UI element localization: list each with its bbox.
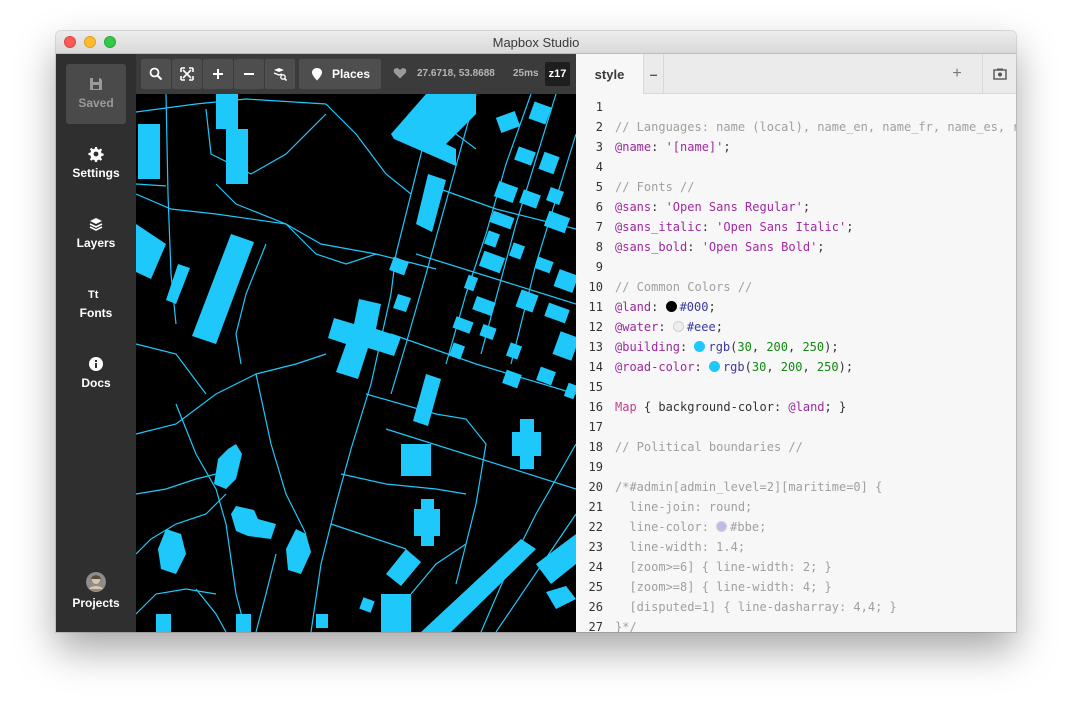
code-token: 'Open Sans Bold' (701, 240, 818, 254)
sidebar-item-label: Saved (78, 96, 114, 110)
code-token: 200 (780, 360, 803, 374)
code-token: '[name]' (665, 140, 724, 154)
add-tab-button[interactable]: + (942, 54, 972, 94)
building-footprints (136, 94, 576, 632)
layers-icon (88, 216, 104, 232)
code-token: @land (788, 400, 825, 414)
code-token: @sans_bold (615, 240, 688, 254)
zoom-level-badge: z17 (545, 62, 570, 86)
code-line: @sans_italic: 'Open Sans Italic'; (615, 220, 854, 234)
sidebar-item-label: Settings (72, 166, 120, 180)
title-bar: Mapbox Studio (56, 31, 1016, 54)
code-line: line-color: #bbe; (576, 497, 1016, 534)
search-icon (149, 67, 163, 81)
code-token: 250 (816, 360, 839, 374)
code-editor-panel: style – + 1 2 3 4 5 6 7 8 9 10 11 12 13 14 15 16 17 18 19 2… (576, 54, 1016, 632)
info-icon (88, 356, 104, 372)
code-line: @water: #eee; (615, 320, 723, 334)
editor-tab-bar: style – + (576, 54, 1016, 94)
heart-icon[interactable] (393, 66, 407, 80)
map-toolbar: Places 27.6718, 53.8688 25ms z17 (136, 54, 576, 94)
code-line: // Common Colors // (576, 257, 1016, 294)
code-token: @road-color (615, 360, 695, 374)
fonts-icon: Tt (88, 286, 104, 302)
code-line: [disputed=1] { line-dasharray: 4,4; } (576, 577, 1016, 614)
zoom-in-button[interactable] (203, 59, 233, 89)
code-line: @building: rgb(30, 200, 250); (615, 340, 839, 354)
map-pin-icon (311, 68, 322, 81)
code-line: @sans: 'Open Sans Regular'; (615, 200, 811, 214)
code-line: line-width: 1.4; (576, 517, 1016, 554)
minus-icon (244, 73, 254, 75)
inspect-icon (273, 68, 287, 81)
code-line: }*/ (576, 597, 1016, 632)
code-line: Map { background-color: @land; } (576, 377, 1016, 414)
code-line: @land: #000; (615, 300, 716, 314)
save-icon (88, 76, 104, 92)
plus-icon (213, 69, 223, 79)
sidebar-item-label: Fonts (79, 306, 113, 320)
places-button[interactable]: Places (299, 59, 381, 89)
sidebar-item-settings[interactable]: Settings (66, 134, 126, 194)
code-token: { background-color: (636, 400, 789, 414)
code-line: [zoom>=8] { line-width: 4; } (576, 557, 1016, 594)
gear-icon (88, 146, 104, 162)
code-line: @name: '[name]'; (615, 140, 731, 154)
tab-style[interactable]: style (576, 54, 644, 94)
code-token: Map (615, 400, 637, 414)
code-token: 30 (751, 360, 767, 374)
search-button[interactable] (141, 59, 171, 89)
sidebar-item-projects[interactable]: Projects (66, 562, 126, 622)
sidebar-item-saved[interactable]: Saved (66, 64, 126, 124)
code-line: // Fonts // (576, 157, 1016, 194)
coordinates-readout: 27.6718, 53.8688 (417, 68, 495, 79)
code-line: @road-color: rgb(30, 200, 250); (615, 360, 854, 374)
render-time: 25ms (513, 68, 539, 79)
map-canvas[interactable]: Places 27.6718, 53.8688 25ms z17 (136, 54, 576, 632)
code-line: [zoom>=6] { line-width: 2; } (576, 537, 1016, 574)
fullscreen-button[interactable] (172, 59, 202, 89)
code-line: line-join: round; (576, 477, 1016, 514)
code-text: // Political boundaries // (615, 440, 803, 454)
screenshot-button[interactable] (982, 54, 1016, 94)
sidebar-item-label: Layers (76, 236, 116, 250)
places-label: Places (331, 67, 371, 81)
sidebar: Saved Settings Layers Tt Fonts Docs Proj… (56, 54, 136, 632)
code-line: /*#admin[admin_level=2][maritime=0] { (576, 457, 1016, 494)
zoom-out-button[interactable] (234, 59, 264, 89)
code-line: @sans_bold: 'Open Sans Bold'; (615, 240, 825, 254)
code-token: @name (615, 140, 652, 154)
tab-close-button[interactable]: – (644, 54, 664, 94)
inspect-button[interactable] (265, 59, 295, 89)
user-avatar-icon (86, 572, 106, 592)
sidebar-item-label: Docs (81, 376, 111, 390)
code-token: ; } (824, 400, 847, 414)
line-number: 27 (576, 617, 1016, 632)
code-line: // Languages: name (local), name_en, nam… (576, 97, 1016, 134)
svg-text:Tt: Tt (88, 289, 99, 301)
expand-icon (180, 67, 194, 81)
app-window: Mapbox Studio Saved Settings Layers Tt F (56, 31, 1016, 632)
code-line: // Political boundaries // (576, 417, 1016, 454)
map-rendering (136, 94, 576, 632)
code-text: }*/ (615, 620, 637, 632)
sidebar-item-fonts[interactable]: Tt Fonts (66, 274, 126, 334)
window-title: Mapbox Studio (492, 35, 580, 50)
sidebar-item-layers[interactable]: Layers (66, 204, 126, 264)
color-swatch[interactable] (708, 361, 720, 372)
code-area[interactable]: 1 2 3 4 5 6 7 8 9 10 11 12 13 14 15 16 17 18 19 20 21 22 23 24 2… (576, 94, 1016, 632)
screenshot-icon (992, 68, 1007, 80)
sidebar-item-docs[interactable]: Docs (66, 344, 126, 404)
sidebar-item-label: Projects (72, 596, 120, 610)
code-token: rgb (722, 360, 745, 374)
